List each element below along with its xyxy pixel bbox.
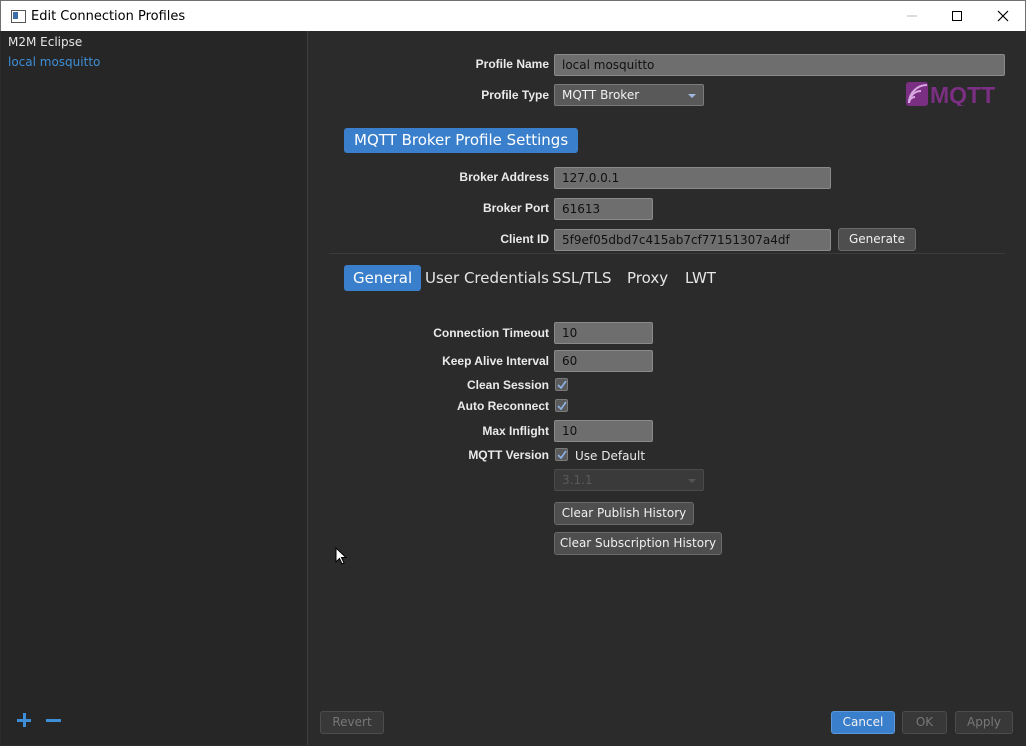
auto-reconnect-checkbox[interactable] [555,399,568,412]
revert-button[interactable]: Revert [320,711,384,734]
max-inflight-field[interactable]: 10 [554,420,653,442]
broker-settings-heading: MQTT Broker Profile Settings [344,128,579,153]
checkmark-icon [557,380,567,390]
tab-lwt[interactable]: LWT [685,265,716,291]
mqtt-version-label: MQTT Version [468,448,549,462]
tab-user-credentials[interactable]: User Credentials [425,265,549,291]
broker-address-label: Broker Address [459,170,549,184]
window-title: Edit Connection Profiles [31,9,186,24]
title-bar: Edit Connection Profiles [0,0,1026,31]
maximize-button[interactable] [934,1,980,31]
mouse-cursor-icon [335,547,347,565]
broker-port-label: Broker Port [482,201,549,215]
clean-session-label: Clean Session [466,378,549,392]
keep-alive-label: Keep Alive Interval [442,354,549,368]
use-default-label[interactable]: Use Default [575,449,645,463]
svg-text:MQTT: MQTT [930,82,995,106]
max-inflight-label: Max Inflight [482,424,549,438]
chevron-down-icon [688,479,696,483]
tab-general[interactable]: General [344,265,422,291]
ok-button[interactable]: OK [902,711,947,734]
checkmark-icon [557,450,567,460]
minimize-icon [907,15,917,17]
mqtt-version-select[interactable]: 3.1.1 [554,469,704,491]
use-default-checkbox[interactable] [555,448,568,461]
profile-editor: Profile Name local mosquitto Profile Typ… [309,31,1025,745]
mqtt-version-value: 3.1.1 [562,473,593,487]
clear-publish-history-button[interactable]: Clear Publish History [554,502,694,525]
auto-reconnect-label: Auto Reconnect [456,399,549,413]
profile-name-field[interactable]: local mosquitto [554,54,1005,76]
generate-button[interactable]: Generate [838,228,916,251]
plus-icon [17,713,31,727]
chevron-down-icon [688,94,696,98]
client-id-field[interactable]: 5f9ef05dbd7c415ab7cf77151307a4df [554,229,831,251]
tab-ssl-tls[interactable]: SSL/TLS [552,265,612,291]
profile-list: M2M Eclipse local mosquitto [1,31,308,745]
broker-address-field[interactable]: 127.0.0.1 [554,167,831,189]
minus-icon [46,719,61,722]
broker-port-field[interactable]: 61613 [554,198,653,220]
add-profile-button[interactable] [15,711,33,729]
divider [329,253,1005,254]
mqtt-logo: MQTT [906,82,995,106]
apply-button[interactable]: Apply [955,711,1013,734]
client-id-label: Client ID [500,232,549,246]
window-app-icon [11,10,26,23]
clean-session-checkbox[interactable] [555,378,568,391]
close-icon [997,10,1009,22]
connection-timeout-field[interactable]: 10 [554,322,653,344]
minimize-button[interactable] [889,1,935,31]
connection-timeout-label: Connection Timeout [433,326,549,340]
tab-proxy[interactable]: Proxy [627,265,668,291]
checkmark-icon [557,401,567,411]
maximize-icon [952,11,962,21]
profile-type-value: MQTT Broker [562,88,640,102]
profile-type-select[interactable]: MQTT Broker [554,84,704,106]
close-button[interactable] [980,1,1026,31]
profile-type-label: Profile Type [481,88,549,102]
profile-name-label: Profile Name [475,57,549,71]
remove-profile-button[interactable] [45,711,63,729]
keep-alive-field[interactable]: 60 [554,350,653,372]
clear-subscription-history-button[interactable]: Clear Subscription History [554,532,722,555]
cancel-button[interactable]: Cancel [831,711,895,734]
profile-list-item[interactable]: M2M Eclipse [8,35,82,49]
profile-list-item-selected[interactable]: local mosquitto [8,55,100,69]
